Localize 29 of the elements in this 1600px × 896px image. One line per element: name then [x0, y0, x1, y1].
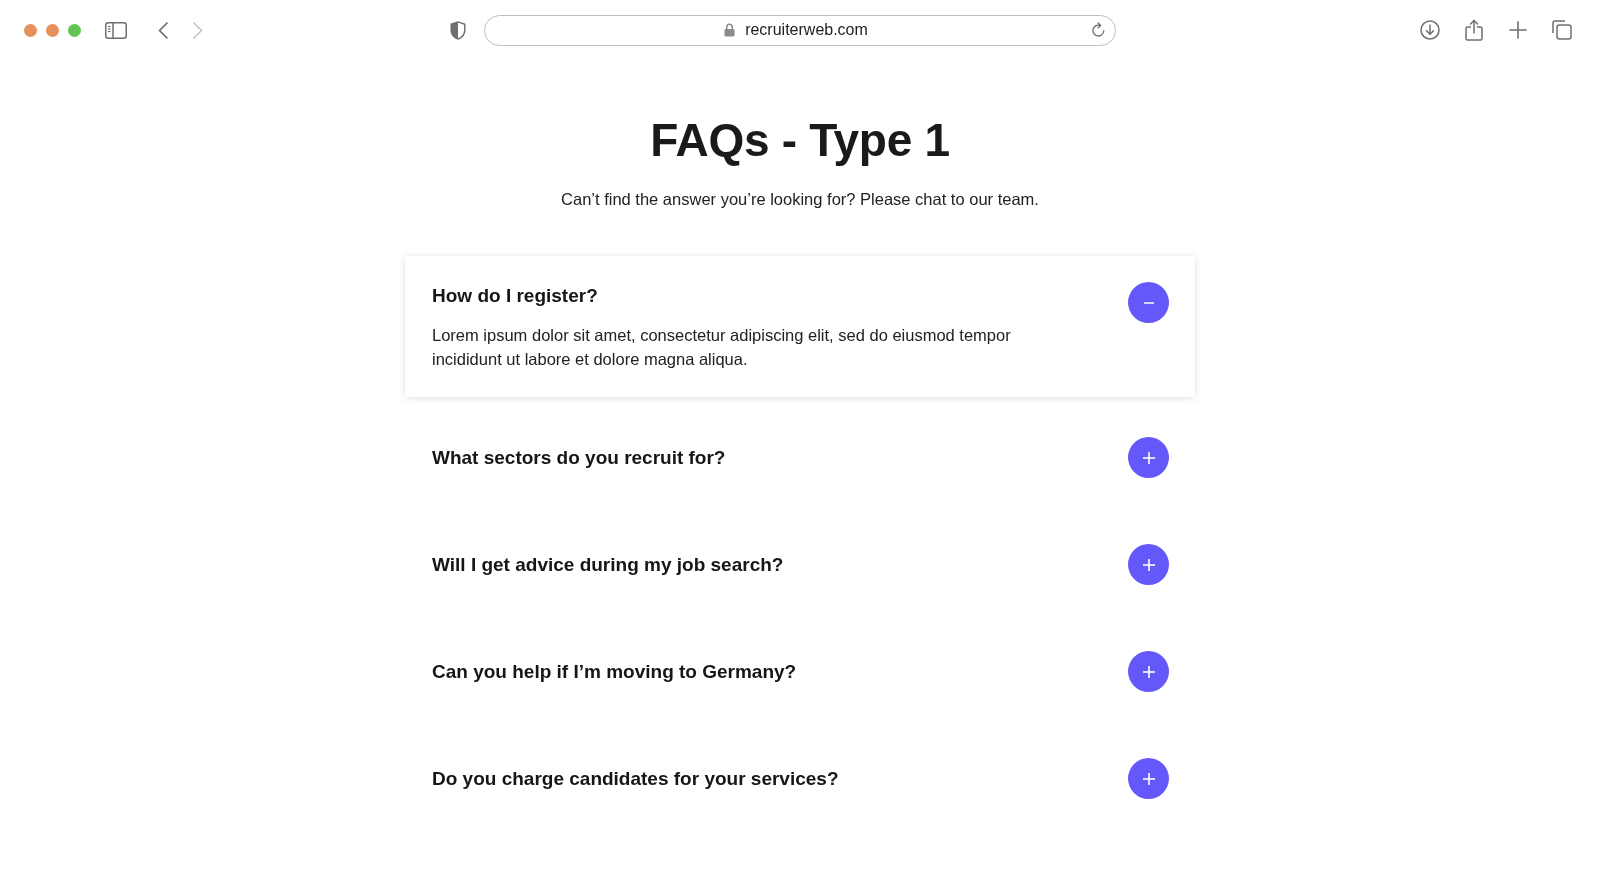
reload-icon[interactable]: [1091, 22, 1106, 38]
plus-icon: [1142, 451, 1155, 464]
faq-question: Can you help if I’m moving to Germany?: [432, 659, 797, 684]
toggle-button[interactable]: [1128, 758, 1169, 799]
page-title: FAQs - Type 1: [650, 113, 950, 167]
faq-question: Will I get advice during my job search?: [432, 552, 784, 577]
page-subtitle: Can’t find the answer you’re looking for? Please chat to our team.: [561, 189, 1039, 210]
download-icon[interactable]: [1420, 20, 1440, 40]
plus-icon: [1142, 772, 1155, 785]
url-text: recruiterweb.com: [745, 21, 868, 39]
toggle-button[interactable]: [1128, 437, 1169, 478]
plus-icon: [1142, 665, 1155, 678]
lock-icon: [724, 23, 736, 37]
faq-answer: Lorem ipsum dolor sit amet, consectetur adipiscing elit, sed do eiusmod tempor incididunt ut labore et dolore magna aliqua.: [432, 325, 1012, 370]
toggle-button[interactable]: [1128, 282, 1169, 323]
plus-icon: [1142, 558, 1155, 571]
minus-icon: [1143, 301, 1154, 304]
toggle-button[interactable]: [1128, 651, 1169, 692]
faq-question: What sectors do you recruit for?: [432, 445, 726, 470]
faq-question: Do you charge candidates for your services?: [432, 766, 839, 791]
address-bar[interactable]: recruiterweb.com: [484, 14, 1116, 46]
sidebar-icon[interactable]: [105, 21, 127, 39]
toggle-button[interactable]: [1128, 544, 1169, 585]
new-tab-icon[interactable]: [1509, 21, 1527, 39]
tab-overview-icon[interactable]: [1552, 20, 1572, 40]
shield-icon[interactable]: [450, 20, 466, 40]
back-icon[interactable]: [158, 21, 168, 39]
share-icon[interactable]: [1465, 19, 1483, 41]
faq-question: How do I register?: [432, 284, 598, 308]
